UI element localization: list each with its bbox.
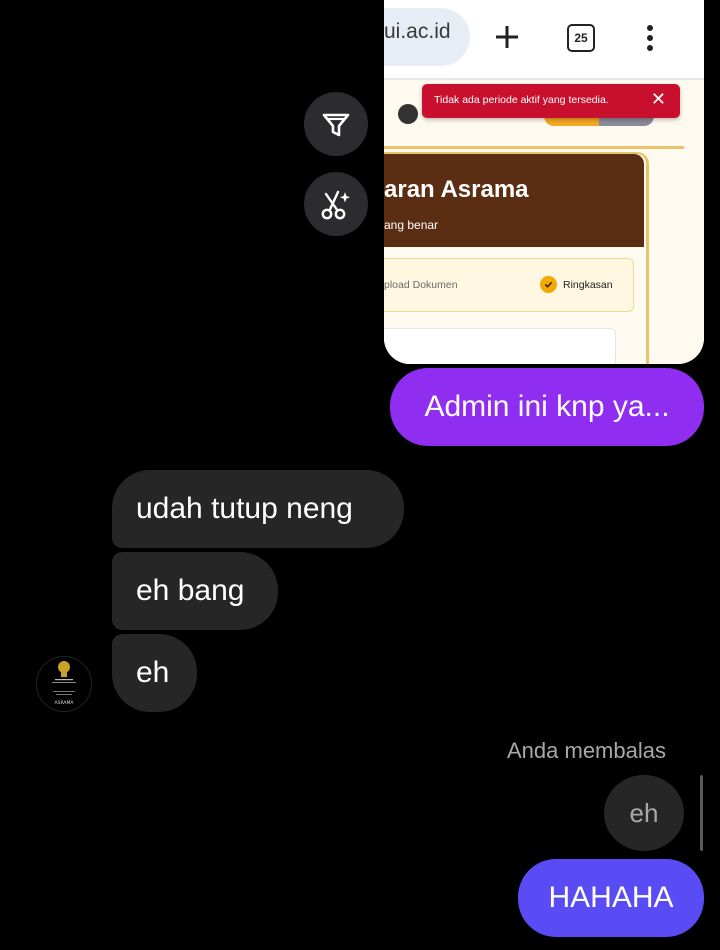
- plus-icon: [496, 26, 518, 48]
- check-circle-icon: [540, 276, 557, 293]
- reply-indicator-bar: [700, 775, 703, 851]
- shared-screenshot-image[interactable]: ui.ac.id 25 Tidak ada periode aktif yang…: [384, 0, 704, 364]
- form-content-card: [384, 328, 616, 364]
- more-vert-icon: [647, 25, 653, 51]
- message-text: eh bang: [136, 574, 245, 607]
- message-text: udah tutup neng: [136, 492, 353, 525]
- received-message-bubble[interactable]: udah tutup neng: [112, 470, 404, 548]
- tab-count-icon: 25: [567, 24, 595, 52]
- replied-message-preview[interactable]: eh: [604, 775, 684, 851]
- toast-message: Tidak ada periode aktif yang tersedia.: [434, 94, 609, 106]
- user-icon: [398, 104, 418, 124]
- gold-divider: [384, 146, 684, 149]
- message-text: Admin ini knp ya...: [424, 390, 670, 423]
- filter-funnel-icon: [322, 113, 350, 137]
- sent-message-bubble[interactable]: HAHAHA: [518, 859, 704, 937]
- sent-message-bubble[interactable]: Admin ini knp ya...: [390, 368, 704, 446]
- asrama-logo: ASRAMA: [52, 661, 76, 706]
- reply-label: Anda membalas: [507, 738, 666, 763]
- avatar-caption: ASRAMA: [55, 700, 75, 706]
- message-text: eh: [136, 656, 170, 689]
- ai-edit-button[interactable]: [304, 172, 368, 236]
- error-toast: Tidak ada periode aktif yang tersedia. ✕: [422, 84, 680, 118]
- replied-message-text: eh: [629, 797, 659, 828]
- step-summary-label: Ringkasan: [563, 279, 613, 291]
- scissors-sparkle-icon: [321, 190, 350, 220]
- address-bar-url: ui.ac.id: [384, 20, 451, 43]
- sender-avatar[interactable]: ASRAMA: [36, 656, 92, 712]
- message-text: HAHAHA: [548, 881, 674, 914]
- received-message-bubble[interactable]: eh bang: [112, 552, 278, 630]
- received-message-bubble[interactable]: eh: [112, 634, 197, 712]
- step-upload-label: pload Dokumen: [384, 279, 458, 291]
- page-heading: aran Asrama: [384, 176, 529, 203]
- filter-button[interactable]: [304, 92, 368, 156]
- page-subheading: ang benar: [384, 218, 439, 232]
- close-icon: ✕: [650, 89, 666, 110]
